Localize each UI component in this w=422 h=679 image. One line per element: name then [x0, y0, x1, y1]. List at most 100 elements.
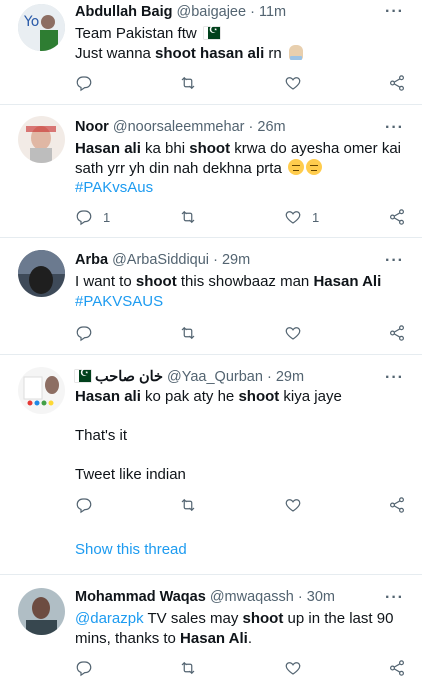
tweet-line: @darazpk TV sales may shoot up in the la…	[75, 609, 410, 629]
timestamp[interactable]: 29m	[222, 252, 250, 268]
retweet-button[interactable]	[179, 73, 197, 93]
highlighted-text: Hasan ali	[75, 388, 141, 405]
text-run: mins, thanks to	[75, 629, 181, 647]
tweet-line: That's it	[75, 426, 410, 446]
pakistan-flag-icon	[203, 24, 220, 39]
retweet-button[interactable]	[179, 658, 197, 678]
retweet-button[interactable]	[179, 207, 197, 227]
share-button[interactable]	[388, 658, 406, 678]
retweet-icon	[179, 496, 197, 514]
text-run: Team Pakistan ftw	[75, 25, 201, 42]
handle[interactable]: @noorsaleemmehar	[113, 119, 245, 135]
more-icon[interactable]: ···	[385, 370, 404, 386]
handle[interactable]: @Yaa_Qurban	[167, 369, 263, 385]
text-run: Just wanna	[75, 44, 156, 62]
display-name[interactable]: خان صاحب	[95, 369, 163, 385]
svg-text:Yo: Yo	[23, 14, 39, 30]
reply-button[interactable]	[75, 495, 93, 515]
tweet-header: Abdullah Baig @baigajee · 11m	[75, 3, 286, 21]
like-button[interactable]	[284, 73, 302, 93]
text-run: up in the last 90	[283, 610, 394, 627]
share-icon	[388, 496, 406, 514]
tweet[interactable]: Noor @noorsaleemmehar · 26m ··· Hasan al…	[0, 105, 422, 237]
reply-button[interactable]	[75, 73, 93, 93]
tweet[interactable]: خان صاحب @Yaa_Qurban · 29m ··· Hasan ali…	[0, 355, 422, 573]
tweet-header: خان صاحب @Yaa_Qurban · 29m	[75, 367, 304, 386]
share-button[interactable]	[388, 73, 406, 93]
tweet-line: #PAKvsAus	[75, 178, 410, 198]
avatar[interactable]	[18, 116, 65, 163]
more-icon[interactable]: ···	[385, 590, 404, 606]
like-icon	[284, 208, 302, 226]
tweet-line: sath yrr yh din nah dekhna prta	[75, 158, 410, 179]
avatar[interactable]	[18, 250, 65, 297]
share-icon	[388, 659, 406, 677]
tweet-actions	[75, 73, 410, 93]
retweet-button[interactable]	[179, 495, 197, 515]
reply-button[interactable]	[75, 323, 93, 343]
display-name[interactable]: Noor	[75, 119, 109, 135]
timestamp[interactable]: 29m	[276, 369, 304, 385]
like-icon	[284, 496, 302, 514]
tweet-actions	[75, 495, 410, 515]
like-button[interactable]	[284, 323, 302, 343]
more-icon[interactable]: ···	[385, 4, 404, 20]
timestamp[interactable]: 11m	[259, 4, 286, 20]
like-button[interactable]	[284, 658, 302, 678]
highlighted-text: Hasan Ali	[180, 629, 248, 647]
reply-icon	[75, 208, 93, 226]
handle[interactable]: @ArbaSiddiqui	[112, 252, 209, 268]
show-thread-link[interactable]: Show this thread	[75, 541, 187, 558]
handle[interactable]: @mwaqassh	[210, 589, 294, 605]
share-button[interactable]	[388, 207, 406, 227]
tweet-header: Noor @noorsaleemmehar · 26m	[75, 118, 286, 136]
tweet[interactable]: Mohammad Waqas @mwaqassh · 30m ··· @dara…	[0, 575, 422, 679]
tweet-line: Tweet like indian	[75, 465, 410, 485]
text-run: rn	[264, 44, 286, 62]
share-button[interactable]	[388, 495, 406, 515]
retweet-button[interactable]	[179, 323, 197, 343]
pakistan-flag-icon	[75, 367, 91, 382]
avatar[interactable]	[18, 367, 65, 414]
display-name[interactable]: Mohammad Waqas	[75, 589, 206, 605]
reply-button[interactable]: 1	[75, 207, 110, 227]
hashtag-link[interactable]: #PAKvsAus	[75, 179, 153, 196]
text-run: sath yrr yh din nah dekhna prta	[75, 159, 286, 177]
display-name[interactable]: Abdullah Baig	[75, 4, 172, 20]
tweet-actions	[75, 658, 410, 678]
hashtag-link[interactable]: #PAKVSAUS	[75, 293, 163, 310]
text-run: ka bhi	[140, 140, 190, 157]
avatar[interactable]: Yo	[18, 4, 65, 51]
relieved-face-icon	[305, 158, 322, 175]
more-icon[interactable]: ···	[385, 120, 404, 136]
like-count: 1	[312, 209, 320, 225]
avatar[interactable]	[18, 588, 65, 635]
text-run: That's it	[75, 427, 128, 444]
mention-link[interactable]: @darazpk	[75, 610, 144, 627]
separator: ·	[250, 4, 255, 20]
reply-count: 1	[103, 209, 111, 225]
handle[interactable]: @baigajee	[177, 4, 247, 20]
reply-icon	[75, 659, 93, 677]
reply-button[interactable]	[75, 658, 93, 678]
like-button[interactable]	[284, 495, 302, 515]
more-icon[interactable]: ···	[385, 253, 404, 269]
text-run: kiya jaye	[279, 388, 342, 405]
timestamp[interactable]: 30m	[307, 589, 335, 605]
relieved-face-icon	[287, 158, 304, 175]
retweet-icon	[179, 659, 197, 677]
tweet-header: Mohammad Waqas @mwaqassh · 30m	[75, 588, 335, 606]
tweet[interactable]: Yo Abdullah Baig @baigajee · 11m ··· Tea…	[0, 0, 422, 112]
tweet-line	[75, 446, 410, 466]
separator: ·	[213, 252, 218, 268]
share-button[interactable]	[388, 323, 406, 343]
tweet-actions	[75, 323, 410, 343]
display-name[interactable]: Arba	[75, 252, 108, 268]
highlighted-text: shoot	[238, 388, 280, 405]
tweet[interactable]: Arba @ArbaSiddiqui · 29m ··· I want to s…	[0, 238, 422, 354]
timestamp[interactable]: 26m	[257, 119, 285, 135]
tweet-text: Hasan ali ka bhi shoot krwa do ayesha om…	[75, 139, 410, 198]
separator: ·	[297, 589, 303, 605]
like-button[interactable]: 1	[284, 207, 319, 227]
tweet-text: I want to shoot this showbaaz man Hasan …	[75, 272, 410, 311]
